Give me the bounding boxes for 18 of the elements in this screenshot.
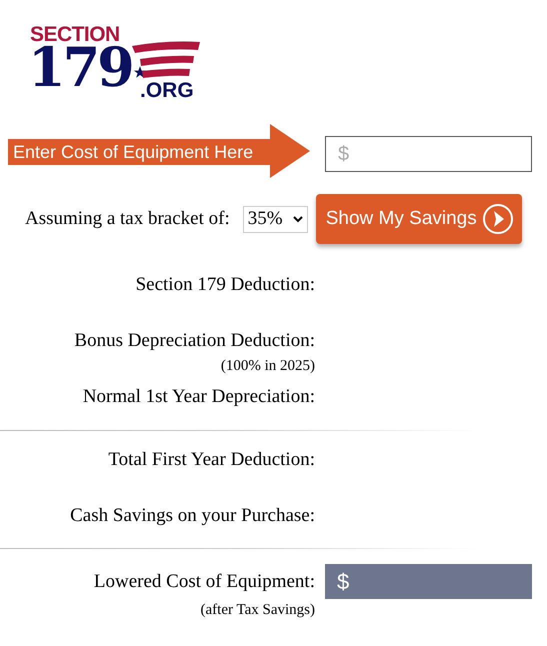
chevron-down-icon: [292, 215, 303, 223]
cost-input-field[interactable]: $: [325, 136, 532, 172]
tax-bracket-select[interactable]: 35%: [242, 206, 308, 232]
flag-stripes-icon: [132, 40, 200, 78]
result-label: Cash Savings on your Purchase:: [70, 504, 315, 528]
result-note: (after Tax Savings): [200, 601, 315, 620]
circled-chevron-right-icon: [482, 203, 514, 235]
tax-bracket-label: Assuming a tax bracket of:: [25, 206, 230, 231]
result-label: Total First Year Deduction:: [108, 448, 315, 472]
result-note: (100% in 2025): [220, 357, 315, 376]
callout-text: Enter Cost of Equipment Here: [13, 140, 254, 164]
result-label: Lowered Cost of Equipment:: [94, 570, 315, 594]
result-value-field: $: [325, 564, 532, 599]
result-label: Normal 1st Year Depreciation:: [82, 385, 315, 409]
logo-domain: .ORG: [140, 80, 194, 101]
result-label: Section 179 Deduction:: [136, 273, 315, 297]
show-savings-button[interactable]: Show My Savings: [316, 194, 522, 244]
result-label: Bonus Depreciation Deduction:: [74, 329, 315, 353]
